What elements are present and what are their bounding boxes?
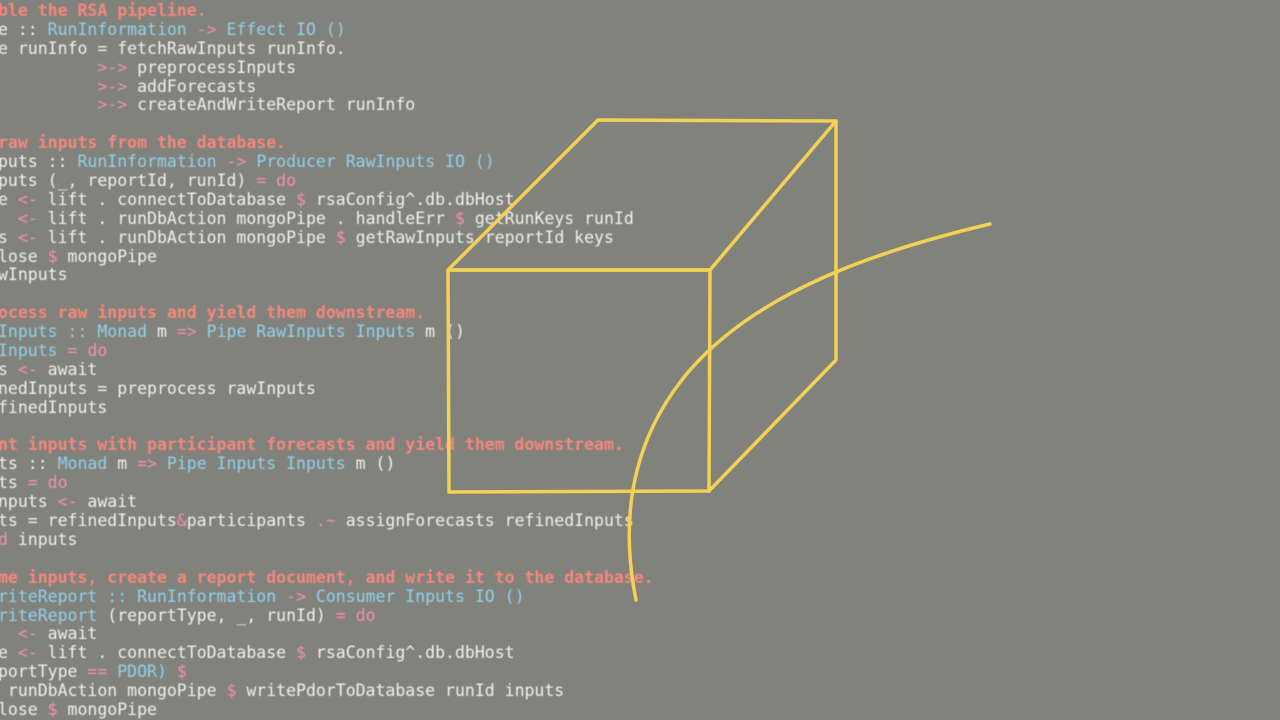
curved-line — [627, 222, 992, 602]
cube-front-face — [446, 268, 712, 494]
cube-top-face — [446, 118, 838, 272]
cube-side-face — [707, 119, 838, 493]
sketch-overlay — [446, 118, 992, 602]
